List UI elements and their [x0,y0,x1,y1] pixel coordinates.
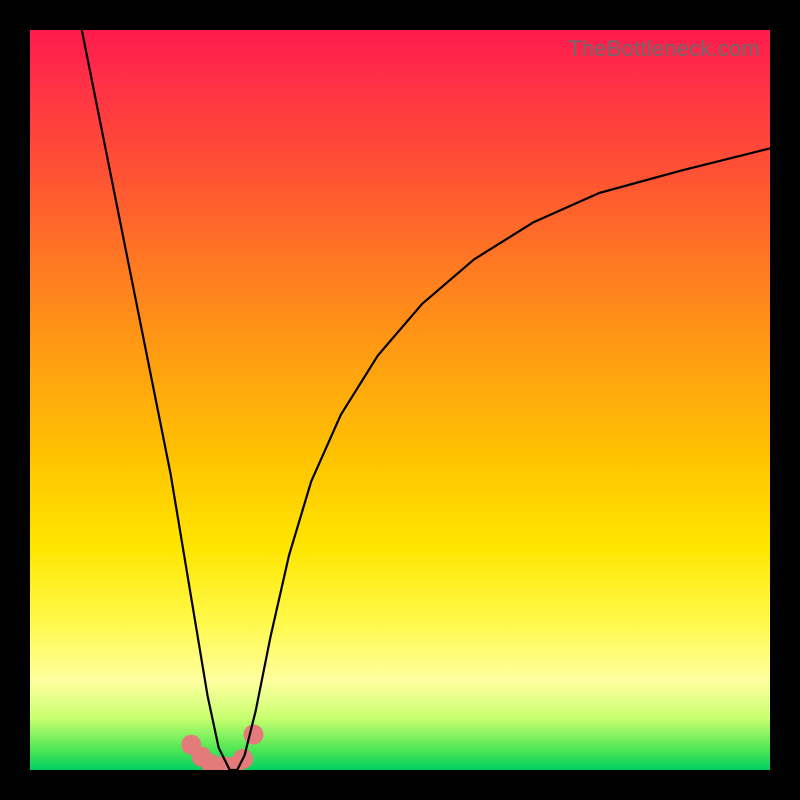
chart-svg [30,30,770,770]
plot-area: TheBottleneck.com [30,30,770,770]
chart-frame: TheBottleneck.com [0,0,800,800]
bottleneck-curve [82,30,770,770]
data-point [244,725,264,745]
